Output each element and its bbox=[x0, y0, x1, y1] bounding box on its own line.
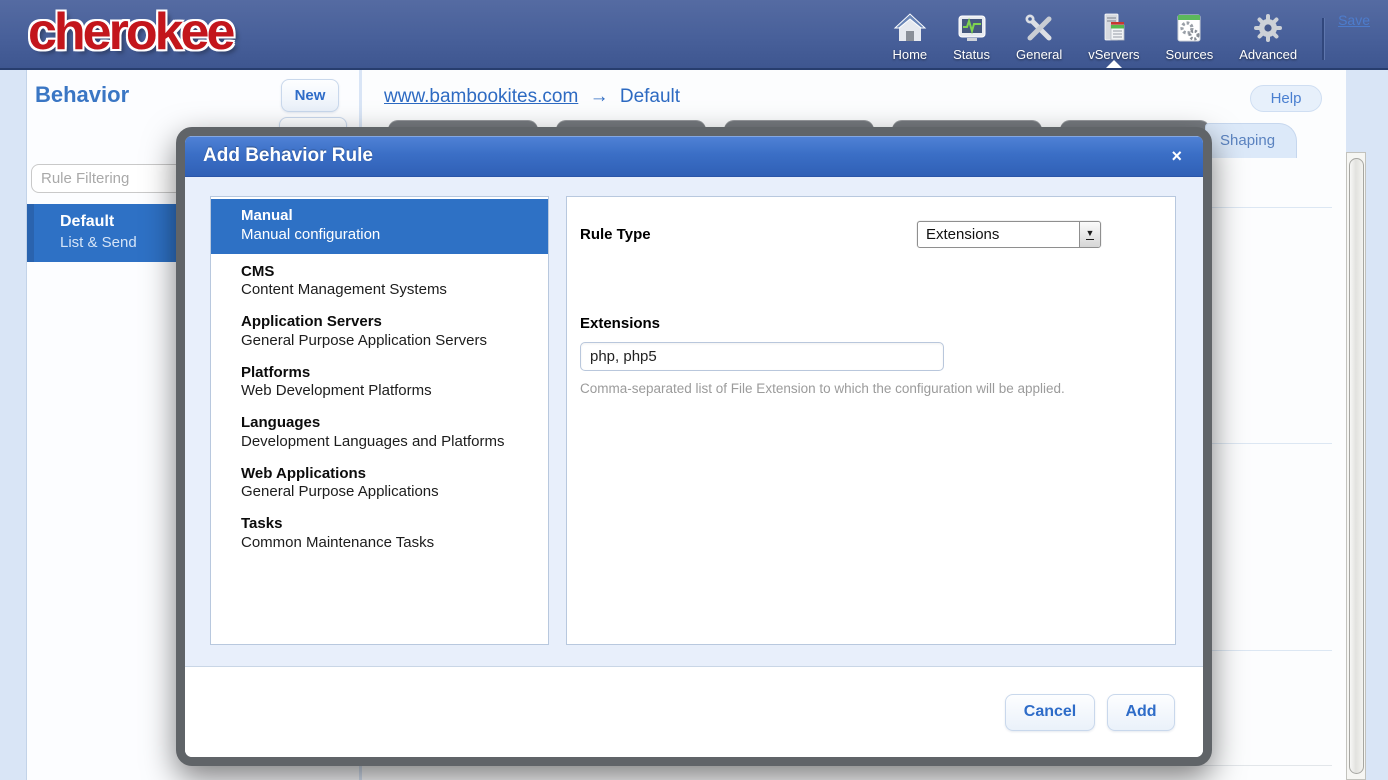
extensions-help-text: Comma-separated list of File Extension t… bbox=[580, 381, 1161, 396]
category-title: CMS bbox=[241, 263, 540, 282]
top-bar: cherokee Home Status bbox=[0, 0, 1388, 70]
help-button[interactable]: Help bbox=[1250, 85, 1322, 112]
breadcrumb-page: Default bbox=[620, 86, 680, 107]
sources-icon bbox=[1172, 11, 1206, 45]
category-title: Tasks bbox=[241, 515, 540, 534]
general-icon bbox=[1022, 11, 1056, 45]
nav-item-status[interactable]: Status bbox=[940, 0, 1003, 68]
modal-title: Add Behavior Rule bbox=[203, 145, 373, 167]
nav-item-advanced[interactable]: Advanced bbox=[1226, 0, 1310, 68]
nav-divider bbox=[1322, 18, 1324, 60]
add-button[interactable]: Add bbox=[1107, 694, 1175, 731]
rule-type-label: Rule Type bbox=[580, 226, 651, 243]
category-subtitle: Web Development Platforms bbox=[241, 382, 540, 401]
category-item-web-applications[interactable]: Web Applications General Purpose Applica… bbox=[211, 460, 548, 509]
save-link[interactable]: Save bbox=[1338, 12, 1370, 28]
status-icon bbox=[955, 11, 989, 45]
category-title: Platforms bbox=[241, 364, 540, 383]
nav-label-status: Status bbox=[953, 47, 990, 62]
modal-body: Manual Manual configuration CMS Content … bbox=[185, 177, 1203, 666]
category-item-cms[interactable]: CMS Content Management Systems bbox=[211, 258, 548, 307]
nav-label-advanced: Advanced bbox=[1239, 47, 1297, 62]
nav-item-vservers[interactable]: vServers bbox=[1075, 0, 1152, 68]
breadcrumb: www.bambookites.com → Default bbox=[384, 86, 680, 108]
rule-category-list: Manual Manual configuration CMS Content … bbox=[210, 196, 549, 645]
nav-label-general: General bbox=[1016, 47, 1062, 62]
category-subtitle: General Purpose Application Servers bbox=[241, 332, 540, 351]
rule-type-select[interactable]: Extensions ▼ bbox=[917, 221, 1101, 248]
category-subtitle: Manual configuration bbox=[241, 226, 540, 245]
category-subtitle: Content Management Systems bbox=[241, 281, 540, 300]
category-subtitle: Common Maintenance Tasks bbox=[241, 534, 540, 553]
category-subtitle: Development Languages and Platforms bbox=[241, 433, 540, 452]
vservers-icon bbox=[1097, 11, 1131, 45]
modal-footer: Cancel Add bbox=[185, 666, 1203, 757]
category-item-languages[interactable]: Languages Development Languages and Plat… bbox=[211, 409, 548, 458]
nav-item-home[interactable]: Home bbox=[879, 0, 940, 68]
extensions-label: Extensions bbox=[580, 315, 660, 332]
nav-item-sources[interactable]: Sources bbox=[1153, 0, 1227, 68]
category-title: Application Servers bbox=[241, 313, 540, 332]
close-icon[interactable]: × bbox=[1168, 146, 1185, 167]
extensions-input[interactable] bbox=[580, 342, 944, 371]
active-tab-caret bbox=[1106, 60, 1122, 68]
nav-item-general[interactable]: General bbox=[1003, 0, 1075, 68]
chevron-down-icon: ▼ bbox=[1079, 222, 1100, 247]
breadcrumb-arrow: → bbox=[590, 86, 609, 107]
rule-form-panel: Rule Type Extensions ▼ Extensions Comma-… bbox=[566, 196, 1176, 645]
category-subtitle: General Purpose Applications bbox=[241, 483, 540, 502]
category-item-manual[interactable]: Manual Manual configuration bbox=[211, 199, 548, 254]
tab-traffic-shaping[interactable]: Shaping bbox=[1205, 123, 1297, 158]
vertical-scrollbar-track[interactable] bbox=[1346, 152, 1366, 780]
sidebar-title: Behavior bbox=[35, 82, 129, 108]
cancel-button[interactable]: Cancel bbox=[1005, 694, 1095, 731]
home-icon bbox=[893, 11, 927, 45]
modal-header: Add Behavior Rule × bbox=[185, 136, 1203, 177]
vserver-link[interactable]: www.bambookites.com bbox=[384, 86, 578, 107]
rule-type-selected-value: Extensions bbox=[918, 226, 1079, 243]
new-rule-button[interactable]: New bbox=[281, 79, 339, 112]
nav-label-home: Home bbox=[892, 47, 927, 62]
category-item-application-servers[interactable]: Application Servers General Purpose Appl… bbox=[211, 308, 548, 357]
advanced-icon bbox=[1251, 11, 1285, 45]
add-behavior-rule-modal: Add Behavior Rule × Manual Manual config… bbox=[176, 127, 1212, 766]
category-item-platforms[interactable]: Platforms Web Development Platforms bbox=[211, 359, 548, 408]
vertical-scrollbar-thumb[interactable] bbox=[1349, 158, 1364, 774]
category-title: Web Applications bbox=[241, 465, 540, 484]
category-title: Languages bbox=[241, 414, 540, 433]
nav-label-sources: Sources bbox=[1166, 47, 1214, 62]
main-nav: Home Status General bbox=[879, 0, 1388, 68]
category-item-tasks[interactable]: Tasks Common Maintenance Tasks bbox=[211, 510, 548, 559]
cherokee-logo: cherokee bbox=[28, 6, 232, 62]
category-title: Manual bbox=[241, 207, 540, 226]
